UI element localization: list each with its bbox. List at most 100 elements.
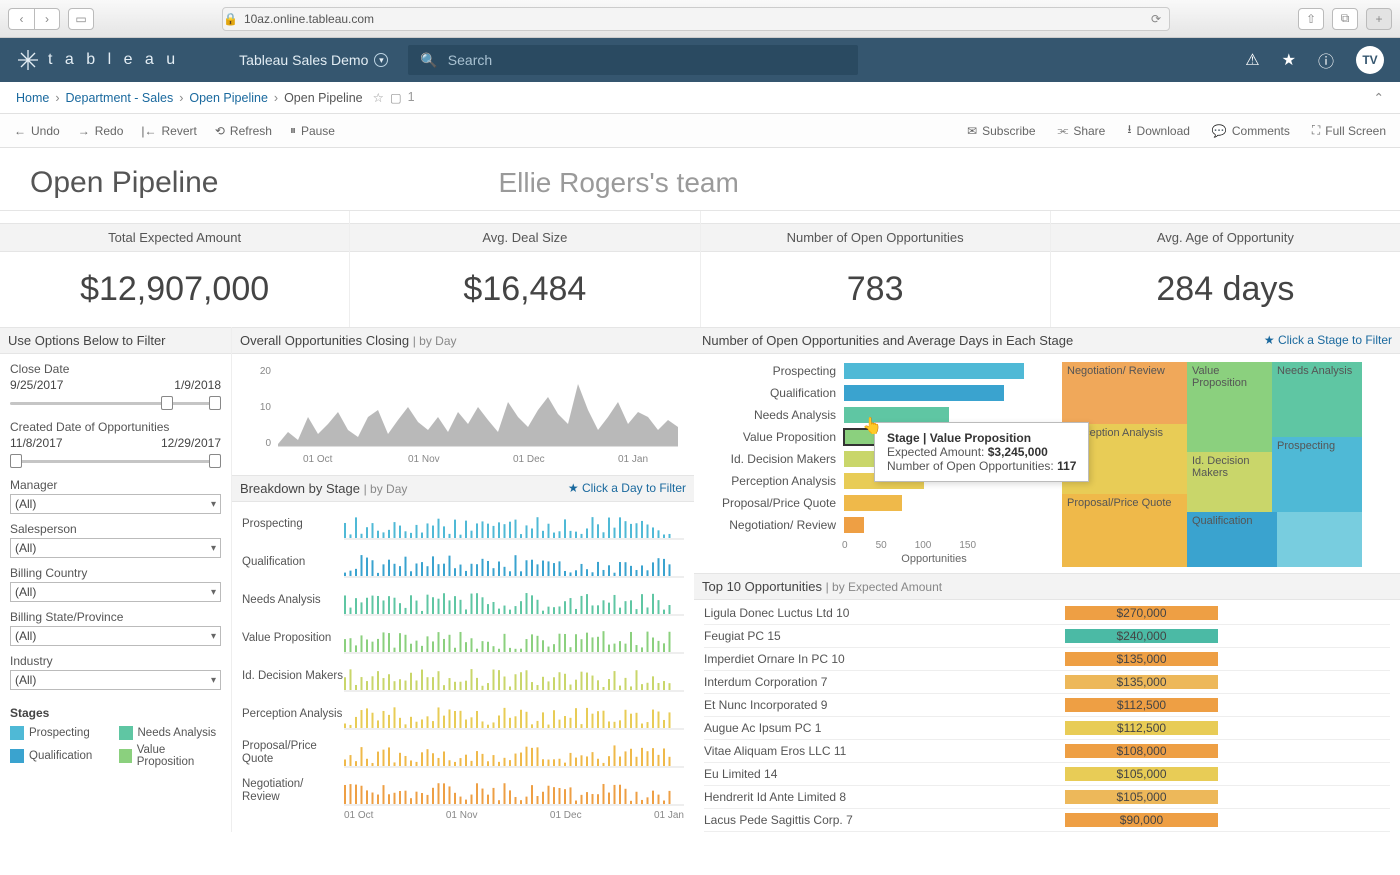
refresh-button[interactable]: ⟲Refresh bbox=[215, 124, 272, 138]
share-button[interactable]: ⫘Share bbox=[1058, 120, 1106, 141]
favorite-icon[interactable]: ★ bbox=[1282, 50, 1296, 70]
billing-country-select[interactable]: (All) bbox=[10, 582, 221, 602]
pause-button[interactable]: ⏸Pause bbox=[290, 123, 335, 138]
fullscreen-button[interactable]: ⛶Full Screen bbox=[1312, 120, 1386, 141]
salesperson-select[interactable]: (All) bbox=[10, 538, 221, 558]
breakdown-spark[interactable] bbox=[344, 696, 684, 734]
legend-swatch bbox=[10, 749, 24, 763]
created-date-slider[interactable] bbox=[10, 452, 221, 470]
industry-select[interactable]: (All) bbox=[10, 670, 221, 690]
treemap-cell[interactable]: Id. Decision Makers bbox=[1187, 452, 1272, 512]
legend-label: Prospecting bbox=[29, 727, 90, 739]
legend-item[interactable]: Prospecting bbox=[10, 726, 113, 740]
avatar[interactable]: TV bbox=[1356, 46, 1384, 74]
top10-row[interactable]: Eu Limited 14 $105,000 bbox=[704, 763, 1390, 786]
info-icon[interactable]: ⓘ bbox=[1318, 48, 1334, 72]
kpi-row: Total Expected Amount $12,907,000 Avg. D… bbox=[0, 210, 1400, 327]
breakdown-spark[interactable] bbox=[344, 544, 684, 582]
subscribe-button[interactable]: ✉Subscribe bbox=[967, 120, 1035, 141]
stage-bar-row[interactable] bbox=[844, 514, 1044, 536]
top10-name: Lacus Pede Sagittis Corp. 7 bbox=[704, 813, 1064, 827]
browser-sidebar-button[interactable]: ▭ bbox=[68, 8, 94, 30]
stage-treemap[interactable]: Negotiation/ ReviewPerception AnalysisPr… bbox=[1062, 362, 1362, 567]
breakdown-spark[interactable] bbox=[344, 506, 684, 544]
treemap-cell[interactable]: Proposal/Price Quote bbox=[1062, 494, 1187, 567]
workbook-selector[interactable]: Tableau Sales Demo ▾ bbox=[239, 52, 388, 68]
treemap-cell[interactable]: Negotiation/ Review bbox=[1062, 362, 1187, 424]
chevron-down-icon: ▾ bbox=[374, 53, 388, 67]
legend-item[interactable]: Qualification bbox=[10, 744, 113, 768]
undo-button[interactable]: ←Undo bbox=[14, 124, 60, 138]
stage-bar bbox=[844, 495, 902, 511]
treemap-cell[interactable]: Prospecting bbox=[1272, 437, 1362, 512]
stage-bar-row[interactable] bbox=[844, 360, 1044, 382]
top10-amount: $135,000 bbox=[1064, 675, 1219, 689]
top10-name: Imperdiet Ornare In PC 10 bbox=[704, 652, 1064, 666]
browser-url-bar[interactable]: 🔒 10az.online.tableau.com ⟳ bbox=[222, 7, 1170, 31]
treemap-cell[interactable]: Needs Analysis bbox=[1272, 362, 1362, 437]
redo-button[interactable]: →Redo bbox=[78, 124, 124, 138]
top10-table[interactable]: Ligula Donec Luctus Ltd 10 $270,000 Feug… bbox=[694, 600, 1400, 832]
kpi-card[interactable]: Avg. Deal Size $16,484 bbox=[350, 211, 700, 327]
browser-chrome: ‹ › ▭ 🔒 10az.online.tableau.com ⟳ ⇧ ⧉ + bbox=[0, 0, 1400, 38]
browser-tabs-button[interactable]: ⧉ bbox=[1332, 8, 1358, 30]
top10-row[interactable]: Ligula Donec Luctus Ltd 10 $270,000 bbox=[704, 602, 1390, 625]
browser-back-button[interactable]: ‹ bbox=[8, 8, 34, 30]
comments-icon: 💬 bbox=[1212, 124, 1227, 138]
treemap-cell[interactable]: Value Proposition bbox=[1187, 362, 1272, 452]
stage-hint[interactable]: Click a Stage to Filter bbox=[1264, 333, 1392, 347]
treemap-cell[interactable]: Qualification bbox=[1187, 512, 1277, 567]
top10-row[interactable]: Imperdiet Ornare In PC 10 $135,000 bbox=[704, 648, 1390, 671]
billing-state-select[interactable]: (All) bbox=[10, 626, 221, 646]
stage-bar-chart[interactable]: ProspectingQualificationNeeds AnalysisVa… bbox=[694, 354, 1054, 540]
breakdown-spark[interactable] bbox=[344, 620, 684, 658]
close-date-slider[interactable] bbox=[10, 394, 221, 412]
top10-row[interactable]: Vitae Aliquam Eros LLC 11 $108,000 bbox=[704, 740, 1390, 763]
top10-row[interactable]: Interdum Corporation 7 $135,000 bbox=[704, 671, 1390, 694]
kpi-card[interactable]: Total Expected Amount $12,907,000 bbox=[0, 211, 350, 327]
breadcrumb-workbook[interactable]: Open Pipeline bbox=[189, 91, 268, 105]
kpi-label: Avg. Age of Opportunity bbox=[1051, 223, 1400, 252]
closing-area-chart[interactable]: 20 10 0 01 Oct 01 Nov 01 Dec 01 Jan bbox=[232, 354, 694, 475]
stage-bar-row[interactable] bbox=[844, 492, 1044, 514]
treemap-cell[interactable] bbox=[1277, 512, 1362, 567]
top10-row[interactable]: Augue Ac Ipsum PC 1 $112,500 bbox=[704, 717, 1390, 740]
collapse-icon[interactable]: ⌃ bbox=[1374, 90, 1384, 105]
revert-button[interactable]: |←Revert bbox=[141, 124, 196, 138]
legend-label: Value Proposition bbox=[137, 744, 221, 768]
reload-icon[interactable]: ⟳ bbox=[1151, 12, 1161, 26]
breakdown-spark[interactable] bbox=[344, 734, 684, 772]
stage-bar-row[interactable] bbox=[844, 382, 1044, 404]
legend-item[interactable]: Needs Analysis bbox=[119, 726, 222, 740]
legend-label: Needs Analysis bbox=[138, 727, 217, 739]
breakdown-spark[interactable] bbox=[344, 582, 684, 620]
kpi-card[interactable]: Avg. Age of Opportunity 284 days bbox=[1051, 211, 1400, 327]
stage-axis-label: Opportunities bbox=[834, 553, 1034, 565]
manager-select[interactable]: (All) bbox=[10, 494, 221, 514]
top10-row[interactable]: Feugiat PC 15 $240,000 bbox=[704, 625, 1390, 648]
breakdown-spark[interactable] bbox=[344, 658, 684, 696]
top10-row[interactable]: Lacus Pede Sagittis Corp. 7 $90,000 bbox=[704, 809, 1390, 832]
comments-button[interactable]: 💬Comments bbox=[1212, 120, 1290, 141]
views-icon[interactable]: ▢ bbox=[390, 90, 402, 105]
browser-newtab-button[interactable]: + bbox=[1366, 8, 1392, 30]
legend-item[interactable]: Value Proposition bbox=[119, 744, 222, 768]
search-input[interactable]: 🔍 Search bbox=[408, 45, 858, 75]
breadcrumb-home[interactable]: Home bbox=[16, 91, 49, 105]
browser-forward-button[interactable]: › bbox=[34, 8, 60, 30]
alert-icon[interactable]: ⚠ bbox=[1245, 50, 1259, 70]
breakdown-hint[interactable]: Click a Day to Filter bbox=[568, 481, 686, 495]
download-button[interactable]: ⭳Download bbox=[1127, 120, 1190, 141]
top10-row[interactable]: Hendrerit Id Ante Limited 8 $105,000 bbox=[704, 786, 1390, 809]
undo-icon: ← bbox=[14, 124, 26, 138]
top10-amount: $108,000 bbox=[1064, 744, 1219, 758]
star-outline-icon[interactable]: ☆ bbox=[373, 90, 384, 105]
browser-share-button[interactable]: ⇧ bbox=[1298, 8, 1324, 30]
tableau-logo[interactable]: t a b l e a u bbox=[16, 48, 179, 72]
top10-row[interactable]: Et Nunc Incorporated 9 $112,500 bbox=[704, 694, 1390, 717]
breakdown-chart[interactable]: ProspectingQualificationNeeds AnalysisVa… bbox=[232, 502, 694, 810]
kpi-card[interactable]: Number of Open Opportunities 783 bbox=[701, 211, 1051, 327]
breakdown-stage-label: Proposal/Price Quote bbox=[242, 734, 344, 772]
breakdown-spark[interactable] bbox=[344, 772, 684, 810]
breadcrumb-department[interactable]: Department - Sales bbox=[66, 91, 174, 105]
